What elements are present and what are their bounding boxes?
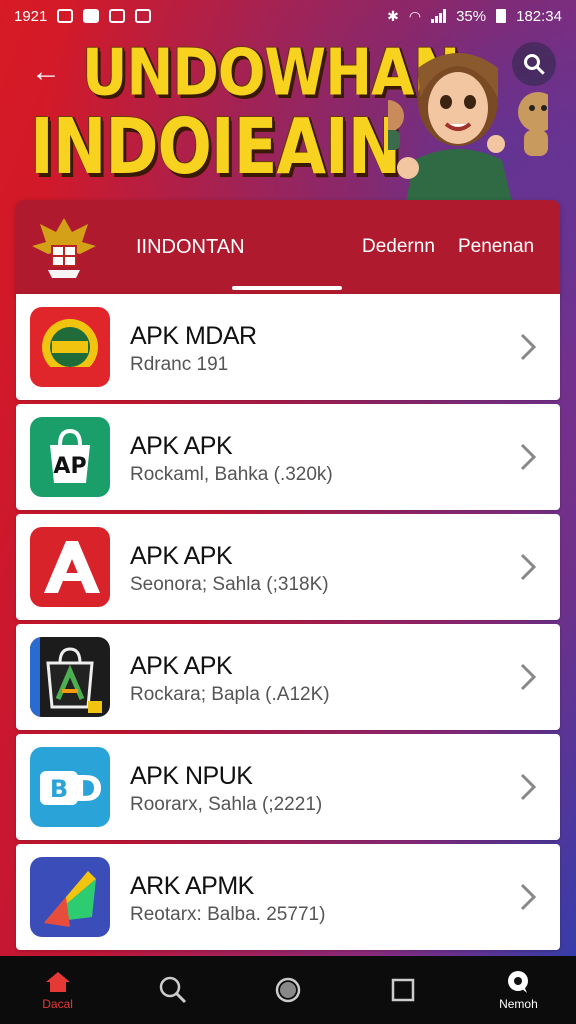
tab-dedernn[interactable]: Dedernn bbox=[362, 236, 435, 258]
chevron-right-icon bbox=[520, 333, 537, 361]
tab-penenan[interactable]: Penenan bbox=[458, 236, 534, 258]
chevron-right-icon bbox=[520, 443, 537, 471]
list-item[interactable]: B D APK NPUK Roorarx, Sahla (;2221) bbox=[16, 734, 560, 840]
status-time-right: 182:34 bbox=[516, 7, 562, 25]
gallery-icon bbox=[135, 9, 152, 23]
instagram-icon bbox=[57, 9, 74, 23]
list-item[interactable]: ARK APMK Reotarx: Balba. 25771) bbox=[16, 844, 560, 950]
app-title: ARK APMK bbox=[130, 872, 254, 900]
nav-recents[interactable] bbox=[346, 956, 461, 1024]
letters-bd-icon: B D bbox=[30, 747, 110, 827]
search-icon bbox=[159, 976, 186, 1004]
nav-messages[interactable]: Nemoh bbox=[461, 956, 576, 1024]
battery-icon bbox=[496, 9, 507, 23]
tab-header: IINDONTAN Dedernn Penenan bbox=[16, 200, 560, 294]
status-bar: 1921 ✱ ◠ 35% 182:34 bbox=[0, 0, 576, 32]
cloud-icon bbox=[83, 9, 100, 23]
app-subtitle: Rockara; Bapla (.A12K) bbox=[130, 684, 330, 705]
app-subtitle: Rockaml, Bahka (.320k) bbox=[130, 464, 333, 485]
nav-search[interactable] bbox=[115, 956, 230, 1024]
colorful-shape-icon bbox=[30, 857, 110, 937]
app-subtitle: Roorarx, Sahla (;2221) bbox=[130, 794, 323, 815]
chevron-right-icon bbox=[520, 663, 537, 691]
app-title: APK APK bbox=[130, 542, 233, 570]
bag-a-icon bbox=[30, 637, 110, 717]
wifi-icon: ◠ bbox=[408, 7, 422, 24]
status-time-left: 1921 bbox=[14, 7, 48, 25]
app-title: APK NPUK bbox=[130, 762, 253, 790]
chevron-right-icon bbox=[520, 553, 537, 581]
figure-left bbox=[388, 100, 404, 132]
notification-icon bbox=[109, 9, 126, 23]
square-recents-icon bbox=[391, 978, 415, 1002]
emblem-badge-icon bbox=[30, 307, 110, 387]
app-title: APK APK bbox=[130, 652, 233, 680]
chat-icon bbox=[508, 970, 529, 993]
circle-home-icon bbox=[275, 977, 301, 1003]
nav-home[interactable]: Dacal bbox=[0, 956, 115, 1024]
letter-a-icon bbox=[30, 527, 110, 607]
nav-home-label: Dacal bbox=[42, 996, 73, 1011]
chevron-right-icon bbox=[520, 883, 537, 911]
app-subtitle: Seonora; Sahla (;318K) bbox=[130, 574, 329, 595]
list-item[interactable]: APK APK Seonora; Sahla (;318K) bbox=[16, 514, 560, 620]
dog-figure bbox=[518, 92, 548, 132]
app-subtitle: Reotarx: Balba. 25771) bbox=[130, 904, 326, 925]
app-title: APK APK bbox=[130, 432, 233, 460]
tab-active-indicator bbox=[232, 286, 342, 290]
list-item[interactable]: APK APK Rockara; Bapla (.A12K) bbox=[16, 624, 560, 730]
search-icon bbox=[524, 54, 540, 70]
banner: ← UNDOWHAN INDOIEAIN bbox=[0, 32, 576, 202]
list-item[interactable]: APK MDAR Rdranc 191 bbox=[16, 294, 560, 400]
nav-messages-label: Nemoh bbox=[499, 996, 538, 1011]
app-title: APK MDAR bbox=[130, 322, 257, 350]
face bbox=[428, 72, 488, 144]
home-icon bbox=[45, 971, 70, 992]
bottom-nav: Dacal Nemoh bbox=[0, 956, 576, 1024]
signal-icon bbox=[431, 9, 447, 23]
svg-text:D: D bbox=[73, 769, 103, 810]
shopping-bag-icon: AP bbox=[30, 417, 110, 497]
search-button[interactable] bbox=[512, 42, 556, 86]
nav-system-home[interactable] bbox=[230, 956, 345, 1024]
tab-indontan[interactable]: IINDONTAN bbox=[136, 236, 245, 259]
battery-percent: 35% bbox=[456, 7, 487, 25]
bluetooth-icon: ✱ bbox=[387, 7, 399, 24]
green-shirt bbox=[406, 149, 512, 202]
svg-text:B: B bbox=[50, 775, 68, 803]
svg-text:AP: AP bbox=[53, 454, 86, 479]
app-list: APK MDAR Rdranc 191 AP APK APK Rockaml, … bbox=[16, 294, 560, 954]
list-item[interactable]: AP APK APK Rockaml, Bahka (.320k) bbox=[16, 404, 560, 510]
garuda-emblem-icon bbox=[32, 218, 96, 278]
app-subtitle: Rdranc 191 bbox=[130, 354, 229, 375]
chevron-right-icon bbox=[520, 773, 537, 801]
